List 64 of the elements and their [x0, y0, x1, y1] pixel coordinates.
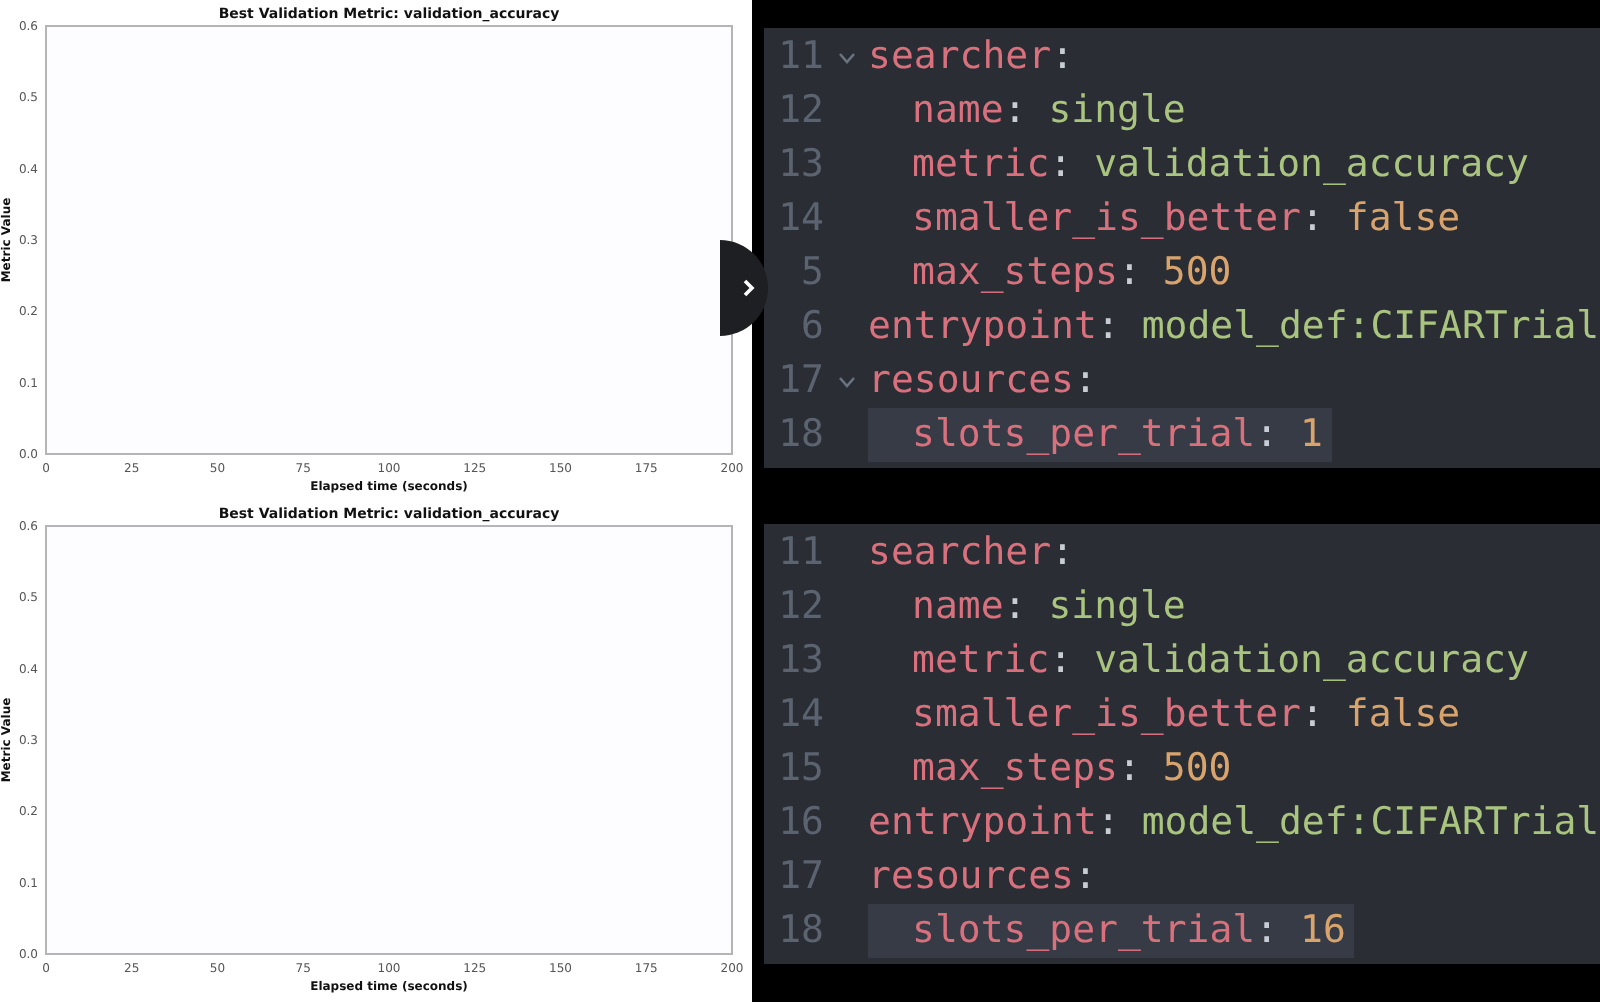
yaml-value: validation_accuracy [1094, 636, 1529, 687]
yaml-key: smaller_is_better [912, 686, 1301, 744]
line-number: 15 [776, 744, 824, 795]
yaml-value: single [1048, 86, 1186, 137]
yaml-value: false [1345, 690, 1461, 741]
line-number: 11 [776, 32, 824, 83]
colon: : [1300, 194, 1324, 245]
line-number: 13 [776, 636, 824, 687]
yaml-value: 500 [1162, 744, 1232, 795]
yaml-key: searcher [868, 28, 1052, 86]
yaml-value: 16 [1300, 906, 1346, 957]
line-number: 17 [776, 852, 824, 903]
yaml-key: max_steps [912, 244, 1118, 302]
colon: : [1073, 852, 1097, 903]
colon: : [1003, 582, 1027, 633]
expand-button[interactable] [720, 240, 768, 336]
yaml-value: false [1345, 194, 1461, 245]
yaml-key: slots_per_trial [912, 406, 1256, 464]
colon: : [1096, 302, 1120, 353]
yaml-key: resources [868, 352, 1074, 410]
yaml-key: name [912, 82, 1004, 140]
line-number: 18 [776, 410, 824, 461]
colon: : [1051, 32, 1074, 83]
colon: : [1117, 744, 1141, 795]
line-number: 12 [776, 582, 824, 633]
colon: : [1300, 690, 1324, 741]
yaml-key: metric [912, 136, 1050, 194]
yaml-key: entrypoint [868, 298, 1097, 356]
colon: : [1051, 528, 1074, 579]
colon: : [1003, 86, 1027, 137]
yaml-key: resources [868, 848, 1074, 906]
yaml-key: entrypoint [868, 794, 1097, 852]
line-number: 11 [776, 528, 824, 579]
yaml-key: metric [912, 632, 1050, 690]
line-number: 14 [776, 690, 824, 741]
colon: : [1255, 906, 1279, 957]
colon: : [1073, 356, 1097, 407]
yaml-value: validation_accuracy [1094, 140, 1529, 191]
chevron-right-icon [742, 278, 756, 298]
yaml-key: max_steps [912, 740, 1118, 798]
line-number: 5 [799, 248, 824, 299]
yaml-key: smaller_is_better [912, 190, 1301, 248]
colon: : [1096, 798, 1120, 849]
yaml-value: model_def:CIFARTrial [1141, 302, 1600, 353]
yaml-value: model_def:CIFARTrial [1141, 798, 1600, 849]
line-number: 14 [776, 194, 824, 245]
line-number: 16 [776, 798, 824, 849]
yaml-value: single [1048, 582, 1186, 633]
yaml-key: searcher [868, 524, 1052, 582]
line-number: 13 [776, 140, 824, 191]
fold-caret-icon[interactable] [837, 375, 855, 387]
yaml-value: 1 [1300, 410, 1323, 461]
yaml-key: name [912, 578, 1004, 636]
line-number: 17 [776, 356, 824, 407]
yaml-value: 500 [1162, 248, 1232, 299]
line-number: 12 [776, 86, 824, 137]
colon: : [1117, 248, 1141, 299]
colon: : [1049, 140, 1073, 191]
yaml-key: slots_per_trial [912, 902, 1256, 960]
line-number: 6 [799, 302, 824, 353]
colon: : [1255, 410, 1279, 461]
colon: : [1049, 636, 1073, 687]
fold-caret-icon[interactable] [837, 51, 855, 63]
line-number: 18 [776, 906, 824, 957]
